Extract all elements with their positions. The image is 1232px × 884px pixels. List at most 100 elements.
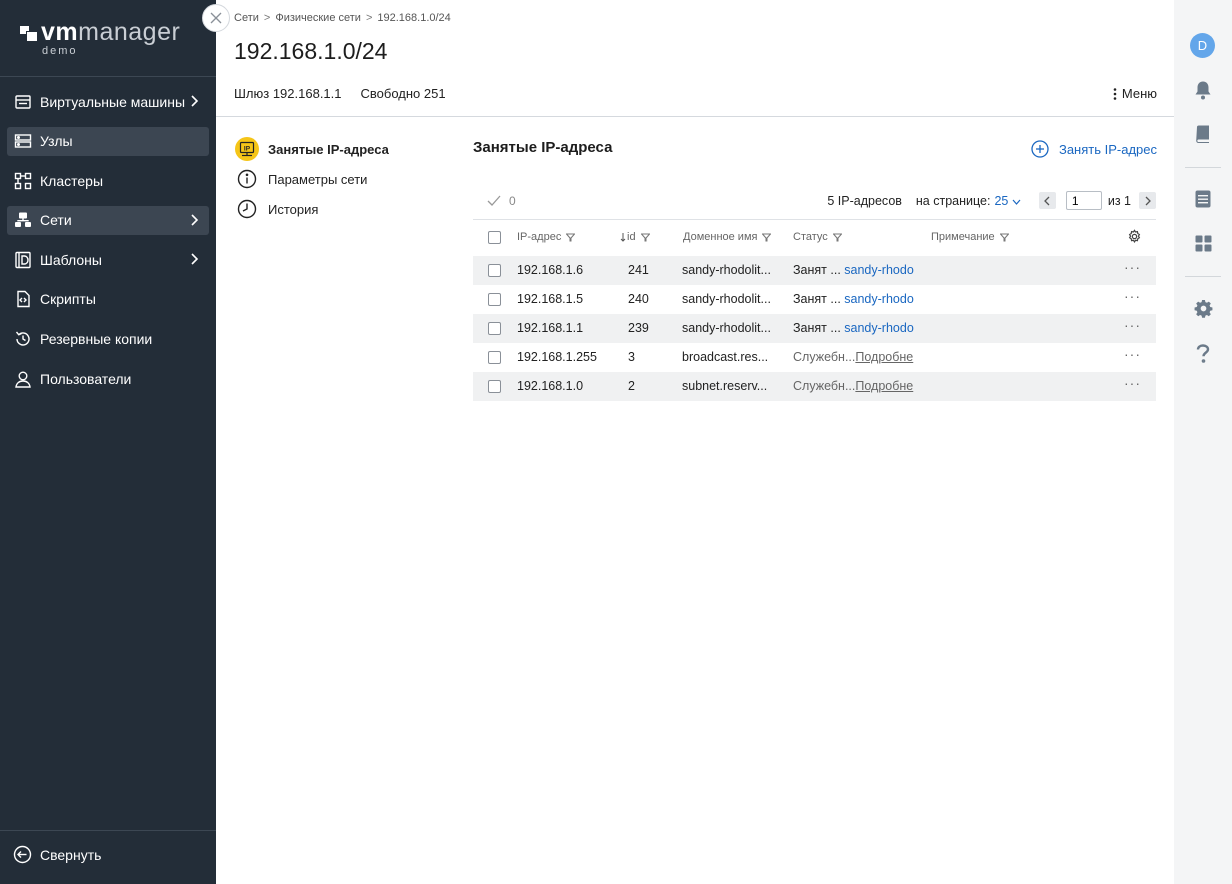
collapse-sidebar-button[interactable]: Свернуть bbox=[7, 840, 209, 869]
column-header-id[interactable]: id bbox=[620, 231, 650, 243]
cell-domain: sandy-rhodolit... bbox=[682, 292, 771, 306]
book-icon bbox=[1196, 125, 1209, 143]
dashboard-button[interactable] bbox=[1193, 233, 1213, 253]
cell-status: Служебн...Подробне bbox=[793, 379, 914, 393]
breadcrumb-separator: > bbox=[365, 12, 373, 24]
sidebar-divider bbox=[0, 76, 216, 77]
filter-icon[interactable] bbox=[762, 233, 772, 242]
total-count: 5 IP-адресов bbox=[827, 193, 902, 208]
column-header-ip[interactable]: IP-адрес bbox=[517, 231, 576, 243]
row-actions-button[interactable]: ··· bbox=[1124, 375, 1141, 391]
help-button[interactable] bbox=[1193, 343, 1213, 363]
gear-icon bbox=[1194, 299, 1212, 318]
row-checkbox[interactable] bbox=[488, 351, 501, 364]
filter-icon[interactable] bbox=[640, 233, 650, 242]
gear-icon bbox=[1128, 229, 1141, 243]
row-checkbox[interactable] bbox=[488, 380, 501, 393]
cell-id: 2 bbox=[628, 379, 635, 393]
logo-mark-icon bbox=[20, 25, 38, 42]
cell-domain: subnet.reserv... bbox=[682, 379, 768, 393]
status-link[interactable]: sandy-rhodo bbox=[844, 263, 914, 277]
cell-id: 240 bbox=[628, 292, 649, 306]
subnav-item-occupied-ips[interactable]: IP Занятые IP-адреса bbox=[234, 134, 389, 164]
ip-icon: IP bbox=[234, 136, 260, 162]
sidebar-item-nodes[interactable]: Узлы bbox=[7, 126, 209, 156]
row-actions-button[interactable]: ··· bbox=[1124, 346, 1141, 362]
table-settings-button[interactable] bbox=[1127, 229, 1142, 244]
column-header-status[interactable]: Статус bbox=[793, 231, 842, 243]
next-page-button[interactable] bbox=[1139, 192, 1156, 209]
plus-circle-icon bbox=[1031, 140, 1049, 158]
breadcrumb-item-current: 192.168.1.0/24 bbox=[377, 12, 451, 24]
per-page-label: на странице: bbox=[915, 193, 991, 208]
table-body: 192.168.1.6 241 sandy-rhodolit... Занят … bbox=[473, 256, 1156, 401]
menu-button[interactable]: Меню bbox=[1112, 86, 1157, 101]
subnav-label: Параметры сети bbox=[268, 171, 368, 187]
status-link[interactable]: Подробне bbox=[855, 379, 913, 393]
breadcrumb: Сети > Физические сети > 192.168.1.0/24 bbox=[234, 12, 451, 24]
menu-label: Меню bbox=[1121, 86, 1157, 101]
sidebar-item-templates[interactable]: Шаблоны bbox=[7, 245, 209, 274]
column-header-domain[interactable]: Доменное имя bbox=[683, 231, 772, 243]
take-ip-button[interactable]: Занять IP-адрес bbox=[1031, 140, 1157, 158]
cell-id: 3 bbox=[628, 350, 635, 364]
filter-icon[interactable] bbox=[999, 233, 1009, 242]
subnav-item-network-params[interactable]: Параметры сети bbox=[234, 164, 389, 194]
sidebar-item-backups[interactable]: Резервные копии bbox=[7, 325, 209, 354]
subnav-label: Занятые IP-адреса bbox=[268, 141, 389, 157]
table-row[interactable]: 192.168.1.255 3 broadcast.res... Служебн… bbox=[473, 343, 1156, 372]
chevron-left-icon bbox=[1044, 196, 1050, 205]
breadcrumb-item-physical-networks[interactable]: Физические сети bbox=[275, 12, 361, 24]
network-info: Шлюз 192.168.1.1 Свободно 251 bbox=[234, 86, 446, 101]
subnav-label: История bbox=[268, 201, 319, 217]
chevron-right-icon bbox=[1145, 196, 1151, 205]
page-input[interactable] bbox=[1065, 191, 1102, 210]
row-checkbox[interactable] bbox=[488, 264, 501, 277]
sidebar-item-label: Узлы bbox=[40, 133, 73, 150]
filter-icon[interactable] bbox=[832, 233, 842, 242]
row-actions-button[interactable]: ··· bbox=[1124, 317, 1141, 333]
table-row[interactable]: 192.168.1.0 2 subnet.reserv... Служебн..… bbox=[473, 372, 1156, 401]
page-of-label: из 1 bbox=[1107, 193, 1131, 208]
row-actions-button[interactable]: ··· bbox=[1124, 288, 1141, 304]
right-rail: D bbox=[1174, 0, 1232, 884]
subnav-item-history[interactable]: История bbox=[234, 194, 389, 224]
sidebar-item-vms[interactable]: Виртуальные машины bbox=[7, 87, 209, 116]
settings-button[interactable] bbox=[1193, 298, 1213, 318]
sidebar-item-networks[interactable]: Сети bbox=[7, 205, 209, 235]
logo[interactable]: vm manager demo bbox=[20, 18, 180, 60]
per-page-select[interactable]: 25 bbox=[994, 194, 1021, 208]
breadcrumb-separator: > bbox=[263, 12, 271, 24]
avatar[interactable]: D bbox=[1190, 33, 1215, 58]
logo-vm-text: vm bbox=[41, 18, 79, 46]
select-all-checkbox[interactable] bbox=[488, 231, 501, 244]
sidebar-item-scripts[interactable]: Скрипты bbox=[7, 285, 209, 314]
table-row[interactable]: 192.168.1.5 240 sandy-rhodolit... Занят … bbox=[473, 285, 1156, 314]
status-link[interactable]: sandy-rhodo bbox=[844, 292, 914, 306]
docs-button[interactable] bbox=[1193, 124, 1213, 144]
sidebar-item-users[interactable]: Пользователи bbox=[7, 364, 209, 393]
breadcrumb-item-networks[interactable]: Сети bbox=[234, 12, 259, 24]
status-link[interactable]: Подробне bbox=[855, 350, 913, 364]
row-actions-button[interactable]: ··· bbox=[1124, 259, 1141, 275]
table-row[interactable]: 192.168.1.6 241 sandy-rhodolit... Занят … bbox=[473, 256, 1156, 285]
status-link[interactable]: sandy-rhodo bbox=[844, 321, 914, 335]
cell-id: 241 bbox=[628, 263, 649, 277]
cell-ip: 192.168.1.0 bbox=[517, 379, 584, 393]
page-title: 192.168.1.0/24 bbox=[234, 38, 388, 64]
notifications-button[interactable] bbox=[1193, 80, 1213, 100]
tasks-button[interactable] bbox=[1193, 189, 1213, 209]
question-icon bbox=[1196, 343, 1210, 363]
column-header-note[interactable]: Примечание bbox=[931, 231, 1009, 243]
close-panel-button[interactable] bbox=[202, 4, 230, 32]
filter-icon[interactable] bbox=[566, 233, 576, 242]
history-icon bbox=[234, 196, 260, 222]
table-row[interactable]: 192.168.1.1 239 sandy-rhodolit... Занят … bbox=[473, 314, 1156, 343]
prev-page-button[interactable] bbox=[1038, 192, 1056, 209]
row-checkbox[interactable] bbox=[488, 322, 501, 335]
selected-count: 0 bbox=[487, 194, 516, 208]
chevron-right-icon bbox=[191, 253, 199, 265]
row-checkbox[interactable] bbox=[488, 293, 501, 306]
sidebar-item-clusters[interactable]: Кластеры bbox=[7, 166, 209, 195]
selected-count-value: 0 bbox=[509, 194, 516, 208]
